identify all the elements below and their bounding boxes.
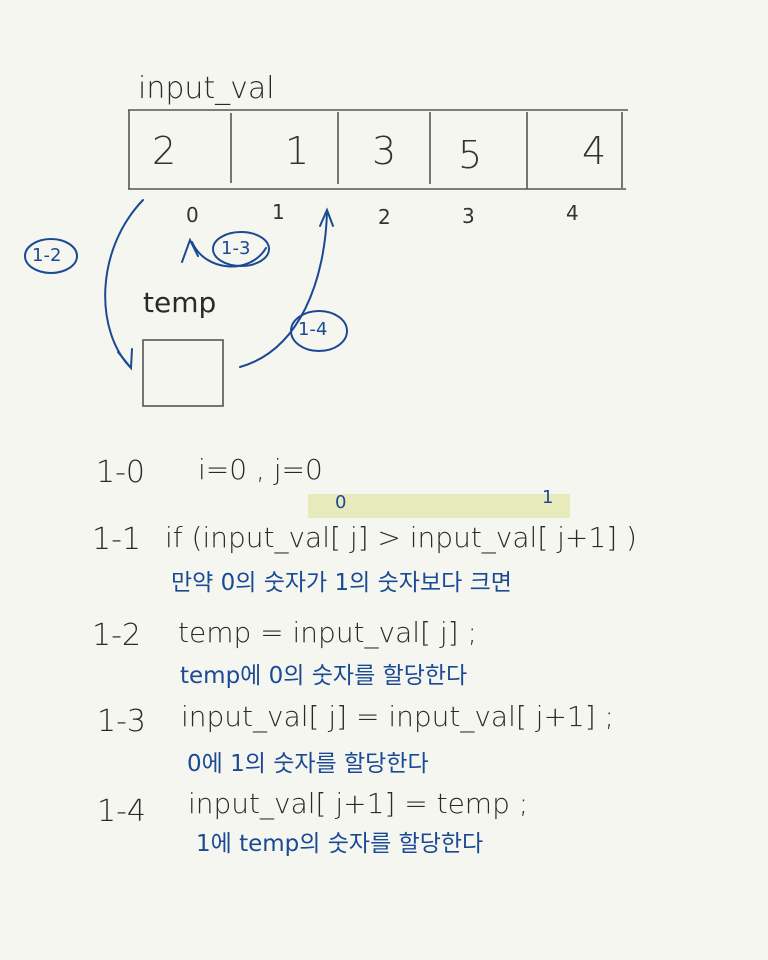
- array-cell-0: 2: [152, 129, 177, 173]
- array-index-1: 1: [272, 200, 285, 224]
- step-note-1-1: 만약 0의 숫자가 1의 숫자보다 크면: [171, 570, 512, 596]
- array-index-3: 3: [462, 204, 475, 228]
- arrow-label-1-4: 1-4: [298, 319, 328, 340]
- step-note-1-3: 0에 1의 숫자를 할당한다: [187, 751, 429, 777]
- step-note-1-2: temp에 0의 숫자를 할당한다: [180, 663, 468, 689]
- array-index-2: 2: [378, 205, 391, 229]
- array-cell-2: 3: [372, 129, 397, 173]
- step-code-1-2: temp = input_val[ j] ;: [178, 616, 477, 649]
- array-index-0: 0: [186, 203, 199, 227]
- step-note-1-4: 1에 temp의 숫자를 할당한다: [196, 831, 484, 857]
- step-code-1-0: i=0 , j=0: [198, 453, 323, 486]
- array-label: input_val: [138, 71, 275, 106]
- highlight-index-right: 1: [542, 487, 554, 508]
- step-id-1-0: 1-0: [96, 455, 145, 490]
- temp-label: temp: [143, 286, 217, 319]
- step-id-1-3: 1-3: [97, 704, 146, 739]
- highlight-index-left: 0: [335, 492, 347, 513]
- step-code-1-1: if (input_val[ j] > input_val[ j+1] ): [165, 521, 637, 554]
- step-id-1-2: 1-2: [92, 618, 141, 653]
- temp-box: [142, 339, 224, 407]
- step-id-1-4: 1-4: [97, 794, 146, 829]
- arrow-label-1-3: 1-3: [221, 238, 251, 259]
- arrow-label-1-2: 1-2: [32, 245, 62, 266]
- array-index-4: 4: [566, 201, 579, 225]
- step-id-1-1: 1-1: [92, 522, 141, 557]
- step-code-1-4: input_val[ j+1] = temp ;: [188, 787, 529, 820]
- step-code-1-3: input_val[ j] = input_val[ j+1] ;: [181, 700, 614, 733]
- array-cell-3: 5: [458, 133, 483, 177]
- arrow-1-2: [104, 199, 144, 371]
- array-cell-4: 4: [582, 129, 607, 173]
- index-highlight: [308, 494, 570, 518]
- array-cell-1: 1: [285, 129, 310, 173]
